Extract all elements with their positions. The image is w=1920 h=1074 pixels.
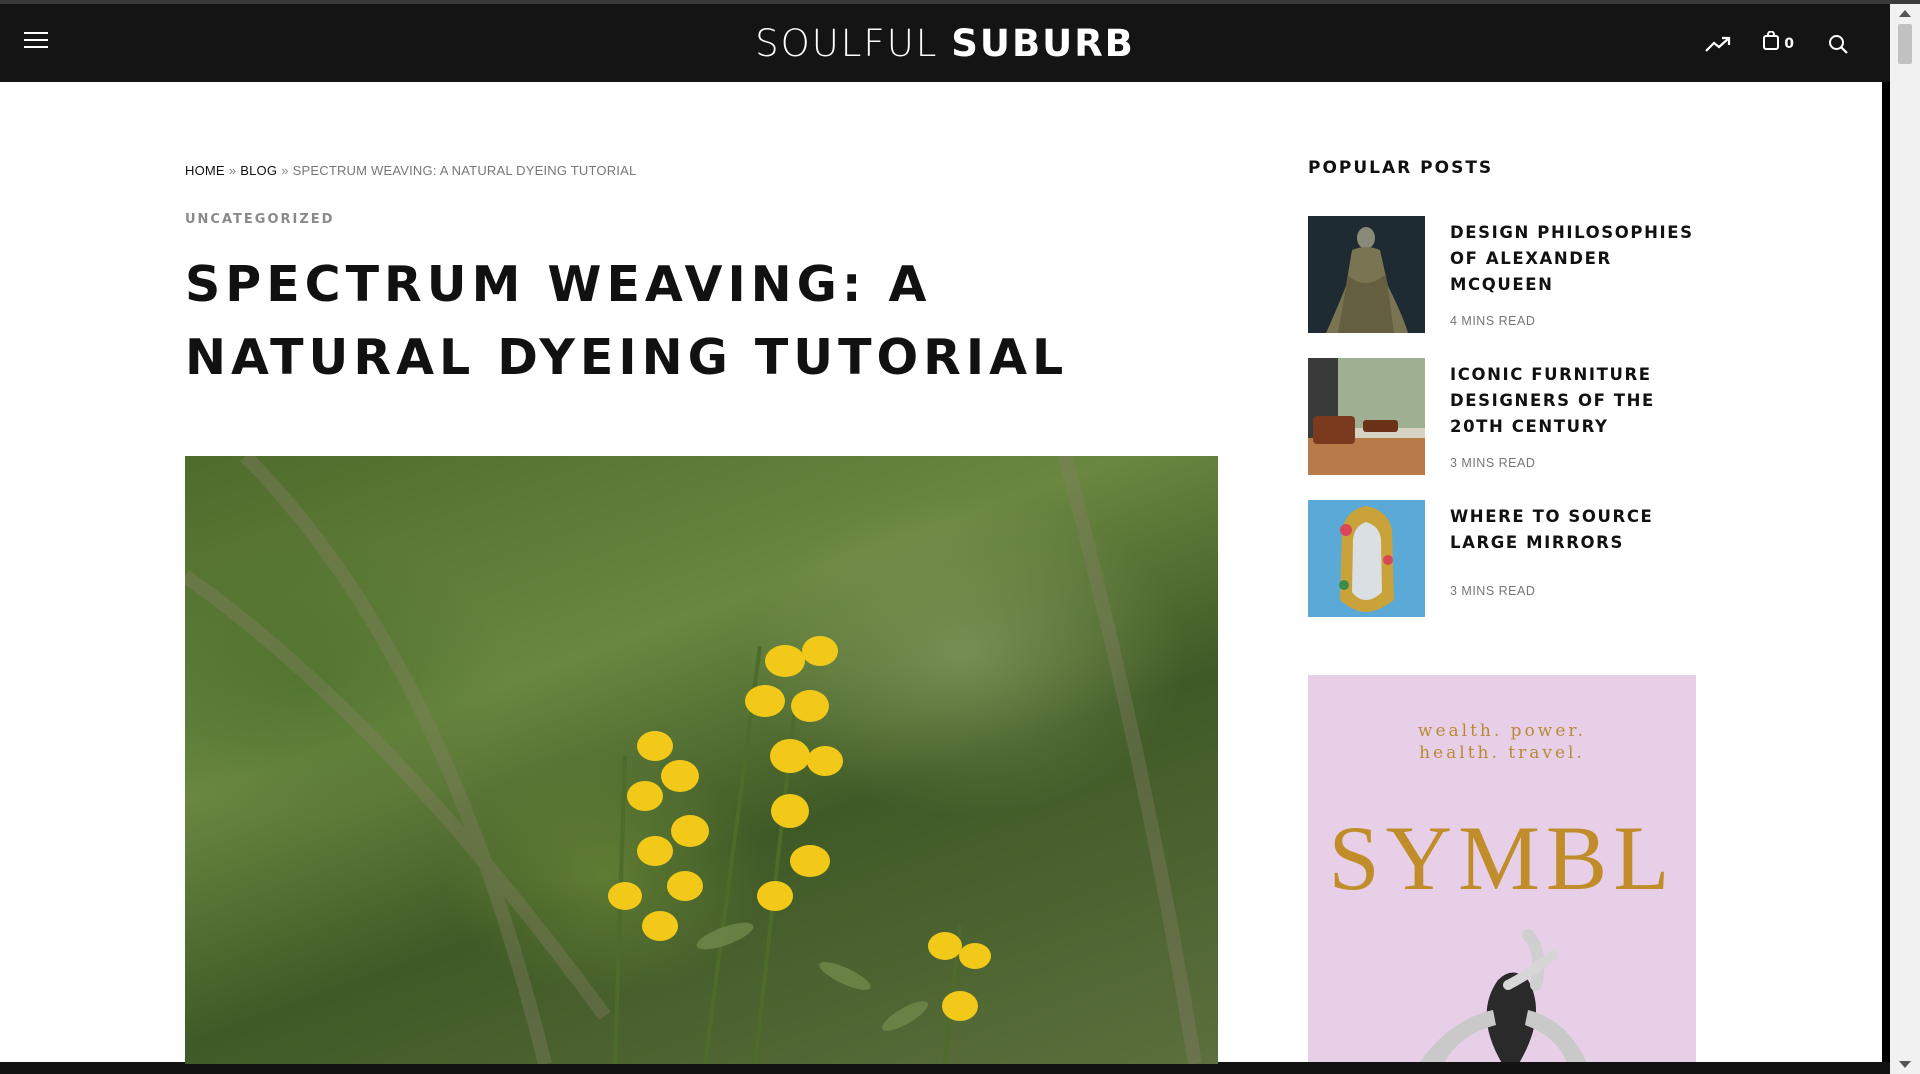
yellow-flowers-illustration [185, 456, 1202, 1064]
hero-image [185, 456, 1218, 1064]
ad-tagline-line: wealth. power. [1417, 721, 1587, 741]
popular-post-item[interactable]: WHERE TO SOURCE LARGE MIRRORS 3 MINS REA… [1308, 500, 1698, 618]
breadcrumb-blog-link[interactable]: BLOG [240, 163, 277, 178]
cart-icon [1762, 30, 1780, 56]
post-category-link[interactable]: UNCATEGORIZED [185, 212, 334, 227]
popular-post-read-time: 3 MINS READ [1450, 456, 1536, 470]
scroll-up-arrow[interactable] [1899, 10, 1911, 17]
popular-post-title[interactable]: DESIGN PHILOSOPHIES OF ALEXANDER MCQUEEN [1450, 220, 1700, 298]
cart-button[interactable]: 0 [1762, 30, 1794, 56]
popular-post-item[interactable]: ICONIC FURNITURE DESIGNERS OF THE 20TH C… [1308, 358, 1698, 476]
popular-post-title[interactable]: ICONIC FURNITURE DESIGNERS OF THE 20TH C… [1450, 362, 1700, 440]
sidebar-advertisement[interactable]: wealth. power. health. travel. SYMBL [1308, 675, 1696, 1062]
search-icon[interactable] [1824, 32, 1852, 56]
site-header: SOULFUL SUBURB 0 [0, 4, 1890, 82]
popular-post-title[interactable]: WHERE TO SOURCE LARGE MIRRORS [1450, 504, 1700, 556]
cart-count: 0 [1784, 35, 1794, 52]
post-title: SPECTRUM WEAVING: A NATURAL DYEING TUTOR… [185, 256, 1069, 386]
ad-brand-name: SYMBL [1328, 807, 1676, 909]
breadcrumb-current: SPECTRUM WEAVING: A NATURAL DYEING TUTOR… [292, 163, 637, 178]
post-thumbnail [1308, 216, 1425, 333]
popular-post-item[interactable]: DESIGN PHILOSOPHIES OF ALEXANDER MCQUEEN… [1308, 216, 1698, 334]
popular-post-read-time: 3 MINS READ [1450, 584, 1536, 598]
post-thumbnail [1308, 358, 1425, 475]
popular-post-read-time: 4 MINS READ [1450, 314, 1536, 328]
logo-bold-text: SUBURB [951, 22, 1135, 65]
scroll-thumb[interactable] [1898, 24, 1912, 64]
post-thumbnail [1308, 500, 1425, 617]
page-right-edge [1882, 82, 1890, 1074]
popular-posts-heading: POPULAR POSTS [1308, 158, 1494, 178]
breadcrumb-separator: » [281, 163, 289, 178]
site-logo[interactable]: SOULFUL SUBURB [0, 22, 1890, 66]
scroll-down-arrow[interactable] [1899, 1061, 1911, 1068]
breadcrumb: HOME» BLOG» SPECTRUM WEAVING: A NATURAL DY… [185, 163, 636, 178]
breadcrumb-separator: » [228, 163, 237, 178]
ad-tagline: wealth. power. health. travel. [1308, 720, 1696, 764]
ad-tagline-line: health. travel. [1419, 743, 1585, 763]
breadcrumb-home-link[interactable]: HOME [185, 163, 225, 178]
ad-model-figure [1420, 929, 1587, 1062]
trending-icon[interactable] [1704, 32, 1732, 56]
header-actions: 0 [1704, 30, 1852, 56]
page-scrollbar[interactable] [1890, 4, 1920, 1074]
logo-light-text: SOULFUL [755, 22, 939, 65]
